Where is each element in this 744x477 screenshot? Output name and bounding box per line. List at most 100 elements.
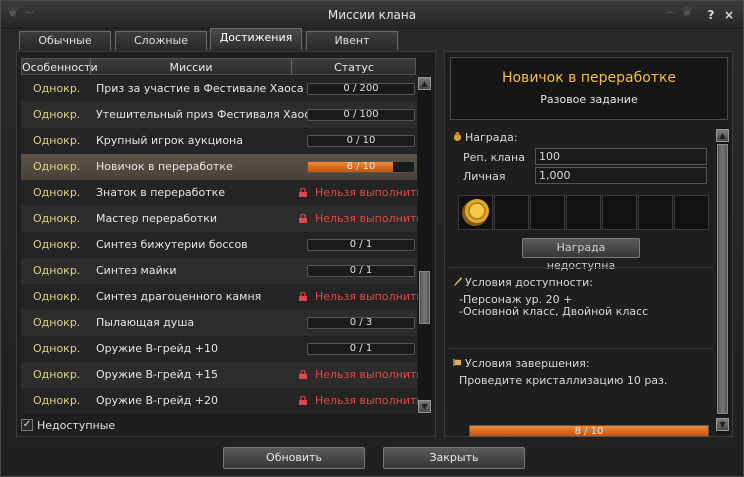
mission-row[interactable]: Однокр. Знаток в переработке Нельзя выполн… (21, 180, 423, 206)
personal-value: 1,000 (535, 167, 707, 184)
mission-name: Синтез бижутерии боссов (96, 238, 248, 251)
gold-coin-icon (462, 199, 489, 226)
mission-type: Однокр. (33, 108, 81, 121)
mission-type: Однокр. (33, 238, 81, 251)
mission-row[interactable]: Однокр. Приз за участие в Фестивале Хаоса… (21, 76, 417, 102)
reward-slot[interactable] (494, 195, 529, 230)
help-button[interactable]: ? (705, 9, 717, 21)
mission-status-text: 0 / 1 (349, 265, 373, 276)
mission-status-text: 0 / 200 (343, 83, 379, 94)
tab-hard[interactable]: Сложные (115, 31, 207, 50)
mission-header: Новичок в переработке Разовое задание (450, 57, 728, 120)
detail-scrollbar[interactable]: ▲ ▼ (716, 128, 730, 434)
mission-name: Пылающая душа (96, 316, 195, 329)
personal-label: Личная (463, 170, 506, 183)
mission-status-locked: Нельзя выполнить (299, 212, 423, 225)
rep-value: 100 (535, 148, 707, 165)
mission-progress-bar: 0 / 3 (307, 317, 415, 329)
lock-icon (299, 396, 307, 405)
reward-slot[interactable] (674, 195, 709, 230)
mission-type: Однокр. (33, 290, 81, 303)
tab-regular[interactable]: Обычные (19, 31, 111, 50)
scroll-down-arrow-icon[interactable]: ▼ (418, 400, 431, 413)
title-bar[interactable]: ❦ ~ ~ ❦ Миссии клана ? × (1, 1, 743, 29)
mission-row[interactable]: Однокр. Новичок в переработке 8 / 10 (21, 154, 417, 180)
mission-type: Однокр. (33, 212, 81, 225)
mission-status-text: 0 / 1 (349, 343, 373, 354)
column-headers: Особенности Миссии Статус (21, 58, 416, 75)
close-window-button[interactable]: × (723, 9, 735, 21)
rep-label: Реп. клана (463, 151, 525, 164)
mission-status-text: Нельзя выполнить (315, 212, 423, 225)
mission-name: Утешительный приз Фестиваля Хаос (96, 108, 311, 121)
mission-row[interactable]: Однокр. Синтез драгоценного камня Нельзя в… (21, 284, 423, 310)
mission-progress-bar: 0 / 1 (307, 343, 415, 355)
unavailable-checkbox[interactable]: ✓ (21, 419, 33, 431)
clan-missions-window: ❦ ~ ~ ❦ Миссии клана ? × Обычные Сложные… (0, 0, 744, 477)
mission-row[interactable]: Однокр. Утешительный приз Фестиваля Хаос 0… (21, 102, 417, 128)
scroll-thumb[interactable] (717, 144, 728, 414)
close-button[interactable]: Закрыть (383, 447, 525, 469)
completion-progress-bar: 8 / 10 (469, 425, 709, 437)
reward-slot[interactable] (530, 195, 565, 230)
mission-row[interactable]: Однокр. Оружие B-грейд +15 Нельзя выполнит… (21, 362, 423, 388)
mission-row[interactable]: Однокр. Синтез майки 0 / 1 (21, 258, 417, 284)
mission-row[interactable]: Однокр. Пылающая душа 0 / 3 (21, 310, 417, 336)
availability-line: -Основной класс, Двойной класс (459, 305, 649, 318)
mission-row[interactable]: Однокр. Крупный игрок аукциона 0 / 10 (21, 128, 417, 154)
mission-list: Однокр. Приз за участие в Фестивале Хаоса… (21, 76, 423, 414)
scroll-thumb[interactable] (419, 271, 430, 324)
mission-progress-bar: 0 / 200 (307, 83, 415, 95)
mission-status-locked: Нельзя выполнить (299, 394, 423, 407)
tab-achievements[interactable]: Достижения (210, 28, 302, 50)
scroll-up-arrow-icon[interactable]: ▲ (716, 129, 729, 142)
reward-header-text: Награда: (465, 131, 518, 144)
mission-type: Однокр. (33, 394, 81, 407)
mission-row[interactable]: Однокр. Оружие B-грейд +10 0 / 1 (21, 336, 417, 362)
tab-event[interactable]: Ивент (306, 31, 398, 50)
mission-status-text: 0 / 3 (349, 317, 373, 328)
mission-progress-bar: 0 / 1 (307, 239, 415, 251)
reward-slot[interactable] (638, 195, 673, 230)
mission-row[interactable]: Однокр. Мастер переработки Нельзя выполнит… (21, 206, 423, 232)
window-title: Миссии клана (327, 8, 417, 22)
mission-name: Оружие B-грейд +15 (96, 368, 218, 381)
mission-list-panel: Особенности Миссии Статус Однокр. Приз за… (16, 51, 436, 437)
completion-text: Проведите кристаллизацию 10 раз. (459, 374, 668, 387)
mission-status-text: Нельзя выполнить (315, 186, 423, 199)
mission-type: Однокр. (33, 316, 81, 329)
refresh-button[interactable]: Обновить (223, 447, 365, 469)
mission-progress-bar: 8 / 10 (307, 161, 415, 173)
mission-type: Однокр. (33, 134, 81, 147)
mission-name: Оружие B-грейд +10 (96, 342, 218, 355)
mission-status-locked: Нельзя выполнить (299, 368, 423, 381)
mission-type: Однокр. (33, 82, 81, 95)
scroll-down-arrow-icon[interactable]: ▼ (716, 418, 729, 431)
section-divider (449, 348, 713, 349)
reward-slot[interactable] (458, 195, 493, 230)
mission-status-locked: Нельзя выполнить (299, 186, 423, 199)
reward-slot[interactable] (566, 195, 601, 230)
column-header-features[interactable]: Особенности (22, 61, 98, 74)
mission-status-text: 0 / 1 (349, 239, 373, 250)
section-divider (449, 267, 713, 268)
mission-type: Однокр. (33, 342, 81, 355)
mission-row[interactable]: Однокр. Синтез бижутерии боссов 0 / 1 (21, 232, 417, 258)
mission-name: Приз за участие в Фестивале Хаоса (96, 82, 304, 95)
column-header-missions[interactable]: Миссии (91, 61, 291, 74)
feather-icon (453, 277, 462, 286)
mission-status-text: 0 / 10 (346, 135, 376, 146)
scroll-up-arrow-icon[interactable]: ▲ (418, 77, 431, 90)
column-header-status[interactable]: Статус (292, 61, 416, 74)
mission-status-text: 8 / 10 (346, 161, 376, 172)
mission-list-scrollbar[interactable]: ▲ ▼ (418, 76, 432, 414)
mission-status-text: 0 / 100 (343, 109, 379, 120)
reward-slot[interactable] (602, 195, 637, 230)
mission-name: Новичок в переработке (96, 160, 233, 173)
mission-status-text: Нельзя выполнить (315, 394, 423, 407)
mission-type: Однокр. (33, 368, 81, 381)
reward-unavailable-button[interactable]: Награда недоступна (522, 238, 640, 272)
lock-icon (299, 292, 307, 301)
unavailable-label: Недоступные (37, 419, 116, 432)
mission-row[interactable]: Однокр. Оружие B-грейд +20 Нельзя выполнит… (21, 388, 423, 414)
